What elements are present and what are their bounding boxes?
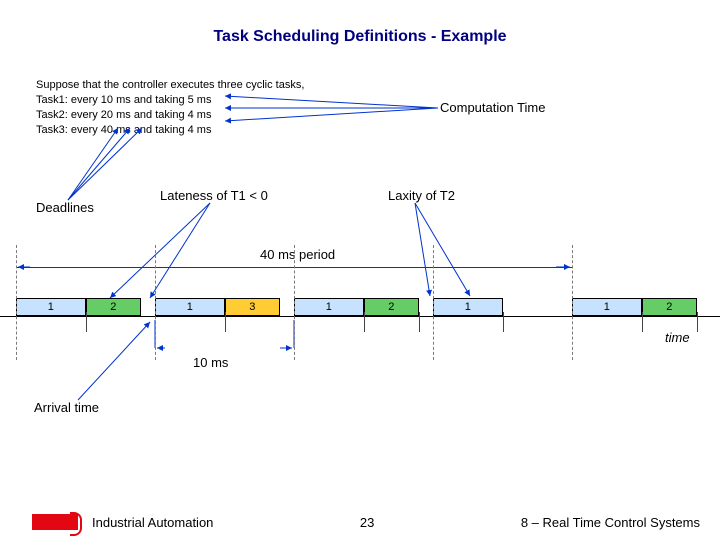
- tick-minor: [419, 312, 420, 332]
- schedule-timeline: 121312112: [0, 298, 720, 318]
- tick-minor: [642, 312, 643, 332]
- tick-major: [433, 245, 434, 360]
- label-computation-time: Computation Time: [440, 100, 546, 115]
- task-block-2: 2: [86, 298, 142, 316]
- label-arrival-time: Arrival time: [34, 400, 99, 415]
- label-laxity: Laxity of T2: [388, 188, 455, 203]
- label-deadlines: Deadlines: [36, 200, 94, 215]
- desc-task3: Task3: every 40 ms and taking 4 ms: [36, 123, 304, 138]
- slide-title: Task Scheduling Definitions - Example: [0, 0, 720, 46]
- desc-intro: Suppose that the controller executes thr…: [36, 78, 304, 93]
- tick-major: [16, 245, 17, 360]
- task-block-1: 1: [155, 298, 225, 316]
- tick-minor: [364, 312, 365, 332]
- tick-minor: [225, 312, 226, 332]
- task-block-1: 1: [294, 298, 364, 316]
- tick-minor: [86, 312, 87, 332]
- footer-chapter: 8 – Real Time Control Systems: [521, 515, 700, 530]
- task-block-3: 3: [225, 298, 281, 316]
- task-block-1: 1: [16, 298, 86, 316]
- epfl-logo: [32, 514, 78, 530]
- footer-course: Industrial Automation: [92, 515, 213, 530]
- task-block-2: 2: [642, 298, 698, 316]
- task-block-1: 1: [572, 298, 642, 316]
- tick-major: [294, 245, 295, 360]
- tick-minor: [697, 312, 698, 332]
- slide-footer: Industrial Automation 23 8 – Real Time C…: [0, 514, 720, 530]
- desc-task2: Task2: every 20 ms and taking 4 ms: [36, 108, 304, 123]
- label-ten-ms: 10 ms: [193, 355, 228, 370]
- task-block-2: 2: [364, 298, 420, 316]
- time-axis-line: [0, 316, 720, 317]
- label-lateness: Lateness of T1 < 0: [160, 188, 268, 203]
- footer-page-number: 23: [213, 515, 520, 530]
- label-time-axis: time: [665, 330, 690, 345]
- task-block-1: 1: [433, 298, 503, 316]
- desc-task1: Task1: every 10 ms and taking 5 ms: [36, 93, 304, 108]
- tick-minor: [503, 312, 504, 332]
- example-description: Suppose that the controller executes thr…: [36, 78, 304, 137]
- tick-major: [155, 245, 156, 360]
- label-period: 40 ms period: [260, 247, 335, 262]
- tick-major: [572, 245, 573, 360]
